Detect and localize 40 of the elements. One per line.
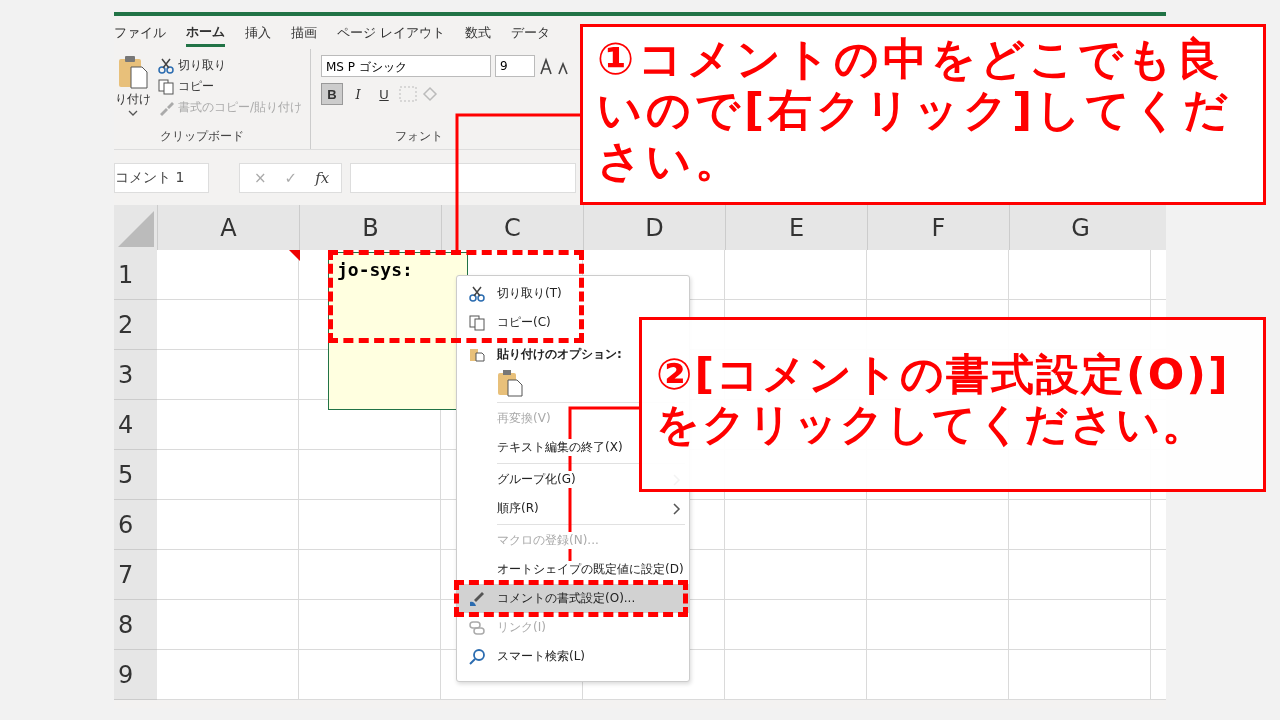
- link-icon: [469, 619, 485, 636]
- search-icon: [469, 648, 485, 665]
- ribbon-tab[interactable]: ページ レイアウト: [337, 20, 446, 45]
- ribbon-tab[interactable]: ホーム: [186, 18, 225, 47]
- group-label: クリップボード: [160, 128, 244, 145]
- format-button[interactable]: U: [373, 83, 395, 105]
- paint-brush-icon: [470, 591, 484, 606]
- callout: ①コメントの中をどこでも良いので[右クリック]してください。: [580, 24, 1266, 205]
- formula-field[interactable]: [350, 162, 577, 193]
- callout: ②[コメントの書式設定(O)]をクリックしてください。: [639, 317, 1266, 492]
- clipboard-icon[interactable]: [117, 55, 148, 89]
- menu-item[interactable]: オートシェイプの既定値に設定(D): [457, 559, 689, 580]
- menu-header: 貼り付けのオプション:: [497, 345, 622, 363]
- menu-item[interactable]: スマート検索(L): [457, 646, 689, 667]
- comment-text: jo-sys:: [337, 259, 413, 280]
- paste-icon: [469, 346, 485, 362]
- name-box[interactable]: コメント 1: [114, 162, 209, 193]
- font-size-field[interactable]: 9: [495, 55, 535, 77]
- font-name-field[interactable]: MS P ゴシック: [321, 55, 491, 77]
- group-label: フォント: [395, 128, 443, 145]
- ribbon-tab[interactable]: 描画: [291, 20, 317, 45]
- caret-icon[interactable]: [127, 110, 138, 116]
- paste-option-icon[interactable]: [497, 369, 523, 397]
- cut-button[interactable]: 切り取り: [177, 57, 226, 74]
- ribbon-tab[interactable]: 数式: [465, 20, 492, 45]
- format-button[interactable]: B: [321, 83, 343, 105]
- scissors-icon: [469, 285, 485, 302]
- copy-button[interactable]: コピー: [177, 78, 214, 95]
- menu-item[interactable]: 切り取り(T): [457, 283, 689, 304]
- insert-function-button[interactable]: fx: [315, 168, 330, 187]
- copy-icon[interactable]: [157, 78, 174, 95]
- ribbon-tab[interactable]: データ: [511, 20, 551, 45]
- ribbon-tab[interactable]: 挿入: [245, 20, 271, 45]
- scissors-icon[interactable]: [157, 57, 174, 74]
- paste-button[interactable]: り付け: [114, 91, 151, 108]
- menu-item[interactable]: 順序(R): [457, 498, 689, 519]
- format-button[interactable]: I: [347, 83, 369, 105]
- ribbon-tab[interactable]: ファイル: [114, 20, 166, 45]
- copy-icon: [469, 314, 485, 331]
- grow-font-icon[interactable]: [539, 57, 569, 75]
